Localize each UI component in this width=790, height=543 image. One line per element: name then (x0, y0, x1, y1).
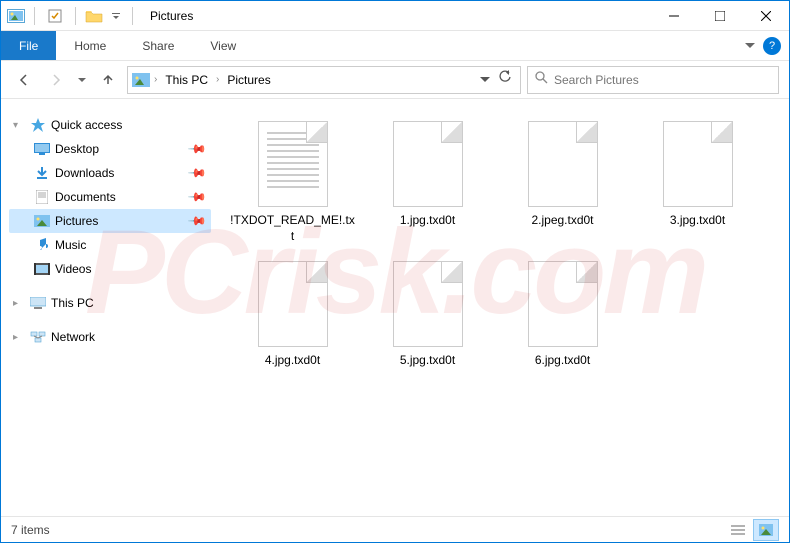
file-name: 4.jpg.txd0t (265, 353, 320, 369)
pin-icon: 📌 (187, 211, 207, 231)
file-item[interactable]: 4.jpg.txd0t (225, 253, 360, 393)
file-item[interactable]: !TXDOT_READ_ME!.txt (225, 113, 360, 253)
music-icon (33, 237, 51, 253)
this-pc-icon (29, 295, 47, 311)
chevron-right-icon: ▸ (13, 332, 25, 343)
tab-share[interactable]: Share (124, 31, 192, 60)
sidebar-item-label: Desktop (55, 142, 99, 156)
recent-dropdown[interactable] (75, 67, 89, 93)
sidebar-item-music[interactable]: Music (9, 233, 211, 257)
sidebar-item-label: Network (51, 330, 95, 344)
item-count: 7 items (11, 523, 50, 537)
breadcrumb-this-pc[interactable]: This PC (161, 71, 212, 89)
downloads-icon (33, 165, 51, 181)
file-tab[interactable]: File (1, 31, 56, 60)
blank-file-icon (528, 261, 598, 347)
status-bar: 7 items (1, 516, 789, 542)
file-list[interactable]: !TXDOT_READ_ME!.txt 1.jpg.txd0t 2.jpeg.txd… (219, 99, 789, 516)
blank-file-icon (528, 121, 598, 207)
minimize-button[interactable] (651, 1, 697, 31)
sidebar-item-label: Downloads (55, 166, 114, 180)
details-view-button[interactable] (725, 519, 751, 541)
sidebar-item-label: Music (55, 238, 86, 252)
desktop-icon (33, 141, 51, 157)
back-button[interactable] (11, 67, 37, 93)
search-icon (534, 70, 548, 89)
qat-properties-button[interactable] (44, 5, 66, 27)
thumbnails-view-button[interactable] (753, 519, 779, 541)
sidebar-item-documents[interactable]: Documents 📌 (9, 185, 211, 209)
blank-file-icon (663, 121, 733, 207)
file-name: 3.jpg.txd0t (670, 213, 725, 229)
sidebar-item-label: Videos (55, 262, 91, 276)
sidebar-item-pictures[interactable]: Pictures 📌 (9, 209, 211, 233)
file-item[interactable]: 5.jpg.txd0t (360, 253, 495, 393)
sidebar-network[interactable]: ▸ Network (9, 325, 211, 349)
quick-access-icon (29, 117, 47, 133)
file-item[interactable]: 2.jpeg.txd0t (495, 113, 630, 253)
sidebar-this-pc[interactable]: ▸ This PC (9, 291, 211, 315)
sidebar-item-label: Quick access (51, 118, 122, 132)
blank-file-icon (393, 121, 463, 207)
maximize-button[interactable] (697, 1, 743, 31)
file-name: 5.jpg.txd0t (400, 353, 455, 369)
file-item[interactable]: 3.jpg.txd0t (630, 113, 765, 253)
pin-icon: 📌 (187, 139, 207, 159)
pin-icon: 📌 (187, 187, 207, 207)
ribbon: File Home Share View ? (1, 31, 789, 61)
navigation-bar: › This PC › Pictures (1, 61, 789, 99)
text-file-icon (258, 121, 328, 207)
documents-icon (33, 189, 51, 205)
blank-file-icon (393, 261, 463, 347)
up-button[interactable] (95, 67, 121, 93)
sidebar-item-label: Pictures (55, 214, 98, 228)
pictures-icon (33, 213, 51, 229)
search-input[interactable] (554, 73, 772, 87)
sidebar-item-label: Documents (55, 190, 116, 204)
file-name: 2.jpeg.txd0t (531, 213, 593, 229)
file-item[interactable]: 1.jpg.txd0t (360, 113, 495, 253)
chevron-down-icon: ▾ (13, 120, 25, 131)
search-box[interactable] (527, 66, 779, 94)
tab-home[interactable]: Home (56, 31, 124, 60)
forward-button[interactable] (43, 67, 69, 93)
ribbon-expand-icon[interactable] (745, 37, 755, 55)
chevron-right-icon[interactable]: › (216, 74, 219, 85)
navigation-pane: ▾ Quick access Desktop 📌 Downloads 📌 Doc… (1, 99, 219, 516)
file-name: !TXDOT_READ_ME!.txt (229, 213, 356, 244)
network-icon (29, 329, 47, 345)
blank-file-icon (258, 261, 328, 347)
address-dropdown-icon[interactable] (480, 71, 490, 89)
tab-view[interactable]: View (192, 31, 254, 60)
videos-icon (33, 261, 51, 277)
chevron-right-icon[interactable]: › (154, 74, 157, 85)
help-icon[interactable]: ? (763, 37, 781, 55)
pin-icon: 📌 (187, 163, 207, 183)
chevron-right-icon: ▸ (13, 298, 25, 309)
file-name: 6.jpg.txd0t (535, 353, 590, 369)
qat-dropdown[interactable] (109, 5, 123, 27)
sidebar-item-desktop[interactable]: Desktop 📌 (9, 137, 211, 161)
close-button[interactable] (743, 1, 789, 31)
address-bar[interactable]: › This PC › Pictures (127, 66, 521, 94)
location-pictures-icon (132, 73, 150, 87)
refresh-icon[interactable] (498, 70, 512, 89)
sidebar-item-videos[interactable]: Videos (9, 257, 211, 281)
file-name: 1.jpg.txd0t (400, 213, 455, 229)
breadcrumb-pictures[interactable]: Pictures (223, 71, 274, 89)
folder-icon (85, 7, 103, 25)
sidebar-quick-access[interactable]: ▾ Quick access (9, 113, 211, 137)
window-title: Pictures (150, 9, 193, 23)
file-item[interactable]: 6.jpg.txd0t (495, 253, 630, 393)
sidebar-item-label: This PC (51, 296, 94, 310)
app-icon (7, 7, 25, 25)
main-area: ▾ Quick access Desktop 📌 Downloads 📌 Doc… (1, 99, 789, 516)
title-bar: Pictures (1, 1, 789, 31)
sidebar-item-downloads[interactable]: Downloads 📌 (9, 161, 211, 185)
